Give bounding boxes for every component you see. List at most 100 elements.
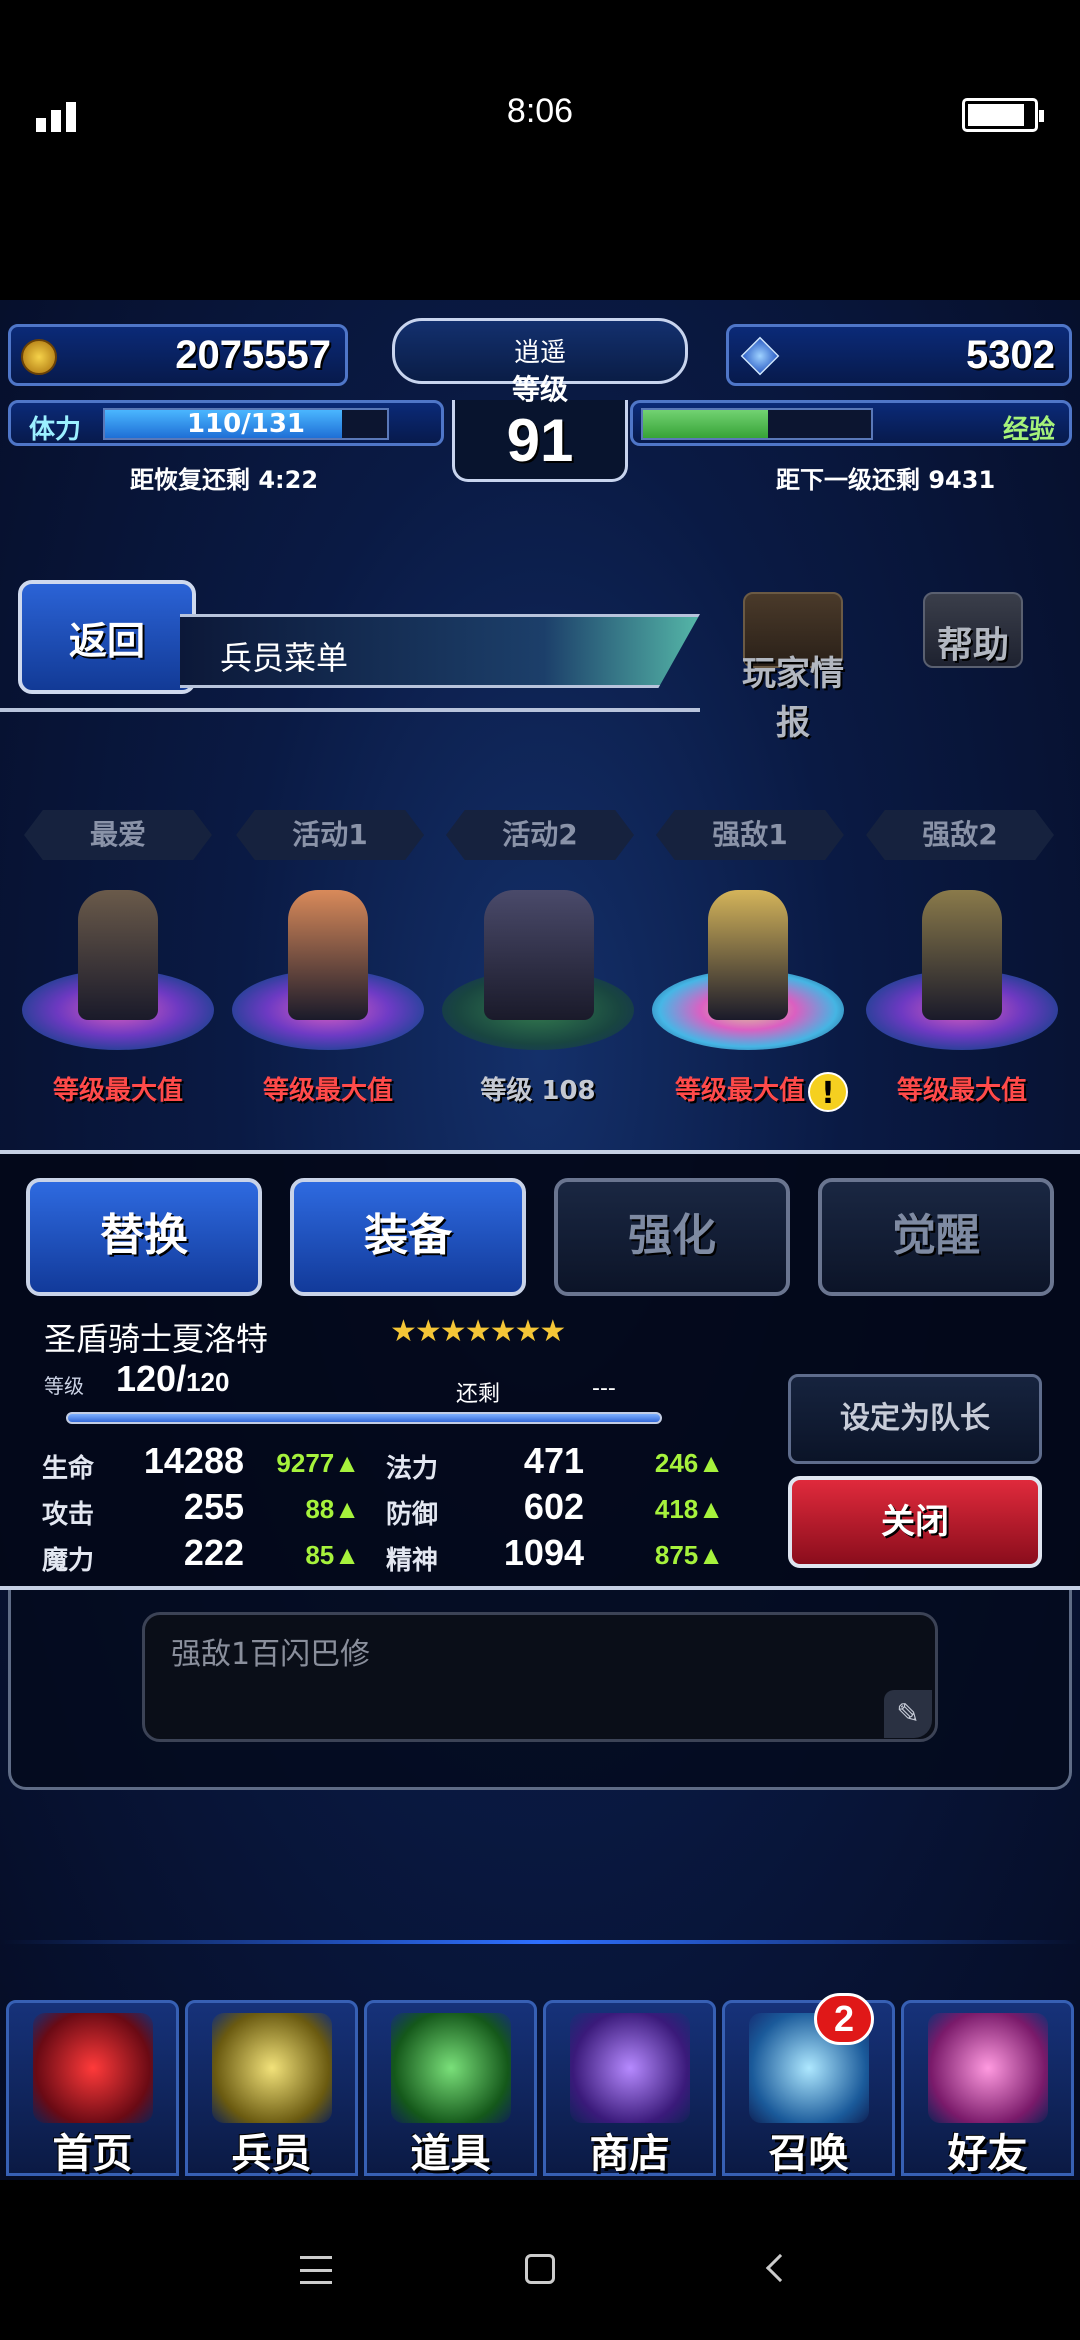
unit-slot-2[interactable]	[228, 870, 428, 1070]
menu-icon[interactable]	[300, 2256, 332, 2284]
back-arrow-icon[interactable]	[765, 2253, 795, 2283]
party-tab-boss2[interactable]: 强敌2	[866, 810, 1054, 860]
awaken-button[interactable]: 觉醒	[818, 1178, 1054, 1296]
enhance-button[interactable]: 强化	[554, 1178, 790, 1296]
player-info-button[interactable]: 玩家情报	[728, 592, 858, 743]
unit-1-level: 等级最大值	[52, 1076, 183, 1106]
menu-title: 兵员菜单	[220, 639, 349, 677]
stat-label: 攻击	[42, 1500, 95, 1530]
help-button[interactable]: 帮助	[908, 592, 1038, 702]
equip-button[interactable]: 装备	[290, 1178, 526, 1296]
lapis-gem-icon	[740, 336, 780, 376]
gil-display: 2075557	[8, 324, 348, 386]
summon-badge: 2	[814, 1993, 874, 2045]
unit-sprite	[708, 890, 788, 1020]
status-time: 8:06	[506, 92, 574, 130]
nav-shop-label: 商店	[589, 2131, 670, 2177]
nav-items[interactable]: 道具	[364, 2000, 537, 2177]
unit-slot-1[interactable]	[18, 870, 218, 1070]
nav-units-label: 兵员	[231, 2131, 312, 2177]
party-tab-event2[interactable]: 活动2	[446, 810, 634, 860]
swap-button[interactable]: 替换	[26, 1178, 262, 1296]
stat-value: 602	[523, 1486, 584, 1527]
stat-value: 222	[183, 1532, 244, 1573]
stat-bonus: 875▲	[654, 1540, 724, 1570]
up-arrow-icon: ▲	[334, 1494, 360, 1524]
stat-label: 生命	[42, 1454, 95, 1484]
status-bar: 8:06	[0, 0, 1080, 230]
nav-divider	[0, 1940, 1080, 1944]
system-nav-bar	[0, 2180, 1080, 2340]
nav-units[interactable]: 兵员	[185, 2000, 358, 2177]
back-button[interactable]: 返回	[18, 580, 196, 694]
gil-coin-icon	[21, 339, 57, 375]
nav-friends[interactable]: 好友	[901, 2000, 1074, 2177]
stamina-recover-text: 距恢复还剩 4:22	[130, 466, 319, 494]
nav-summon[interactable]: 2 召唤	[722, 1993, 895, 2177]
stamina-bar: 110/131	[103, 408, 389, 440]
battery-icon	[962, 98, 1044, 132]
gem-display: 5302	[726, 324, 1072, 386]
memo-field[interactable]: 强敌1百闪巴修	[142, 1612, 938, 1742]
unit-3-level: 等级 108	[480, 1076, 596, 1106]
stat-bonus: 9277▲	[276, 1448, 360, 1478]
unit-slot-4-selected[interactable]	[648, 870, 848, 1070]
exp-remain-label: 还剩	[456, 1382, 501, 1407]
exp-remain-value: ---	[592, 1376, 616, 1401]
nav-home[interactable]: 首页	[6, 2000, 179, 2177]
unit-exp-bar	[66, 1412, 662, 1424]
crossed-swords-icon	[33, 2013, 153, 2123]
potion-icon	[391, 2013, 511, 2123]
stat-label: 防御	[386, 1500, 439, 1530]
unit-slot-3[interactable]	[438, 870, 638, 1070]
top-hud: 2075557 5302 体力 110/131 距恢复还剩 4:22 逍遥 等级…	[0, 310, 1080, 494]
stat-label: 法力	[386, 1454, 439, 1484]
stat-label: 魔力	[42, 1546, 95, 1576]
unit-slot-5[interactable]	[862, 870, 1062, 1070]
close-button[interactable]: 关闭	[788, 1476, 1042, 1568]
stat-value: 1094	[503, 1532, 584, 1573]
unit-sprite	[922, 890, 1002, 1020]
rank-title: 逍遥	[513, 338, 566, 368]
pen-icon[interactable]: ✎	[884, 1690, 932, 1738]
stat-bonus: 246▲	[654, 1448, 724, 1478]
warrior-icon	[212, 2013, 332, 2123]
set-leader-button[interactable]: 设定为队长	[788, 1374, 1042, 1464]
stamina-label: 体力	[29, 415, 82, 445]
up-arrow-icon: ▲	[334, 1448, 360, 1478]
stat-label: 精神	[386, 1546, 439, 1576]
party-tab-boss1[interactable]: 强敌1	[656, 810, 844, 860]
stat-row: 生命 14288 9277▲ 法力 471 246▲	[0, 1440, 760, 1486]
rarity-stars: ★★★★★★★	[390, 1314, 566, 1349]
gil-amount: 2075557	[175, 333, 331, 377]
bottom-nav: 首页 兵员 道具 商店 2 召唤 好友	[0, 1993, 1080, 2180]
exp-label: 经验	[1002, 415, 1055, 445]
unit-level-max: 120	[186, 1367, 230, 1397]
up-arrow-icon: ▲	[698, 1448, 724, 1478]
stat-row: 魔力 222 85▲ 精神 1094 875▲	[0, 1532, 760, 1578]
stamina-value: 110/131	[186, 409, 306, 439]
stat-value: 14288	[143, 1440, 244, 1481]
gem-amount: 5302	[966, 333, 1055, 377]
up-arrow-icon: ▲	[334, 1540, 360, 1570]
party-tab-favorite[interactable]: 最爱	[24, 810, 212, 860]
exp-bar	[641, 408, 873, 440]
up-arrow-icon: ▲	[698, 1540, 724, 1570]
home-icon[interactable]	[525, 2254, 555, 2284]
unit-level-current: 120/	[116, 1358, 187, 1399]
help-label: 帮助	[936, 625, 1009, 666]
up-arrow-icon: ▲	[698, 1494, 724, 1524]
unit-2-level: 等级最大值	[262, 1076, 393, 1106]
alert-icon: !	[808, 1072, 848, 1112]
nav-shop[interactable]: 商店	[543, 2000, 716, 2177]
party-tab-event1[interactable]: 活动1	[236, 810, 424, 860]
exp-next-text: 距下一级还剩 9431	[776, 466, 996, 494]
stat-value: 471	[523, 1440, 584, 1481]
nav-items-label: 道具	[410, 2131, 491, 2177]
stat-bonus: 418▲	[654, 1494, 724, 1524]
menu-title-bar: 兵员菜单	[180, 614, 700, 688]
nav-home-label: 首页	[52, 2131, 133, 2177]
nav-summon-label: 召唤	[768, 2131, 849, 2177]
unit-sprite	[288, 890, 368, 1020]
stat-bonus: 85▲	[305, 1540, 360, 1570]
